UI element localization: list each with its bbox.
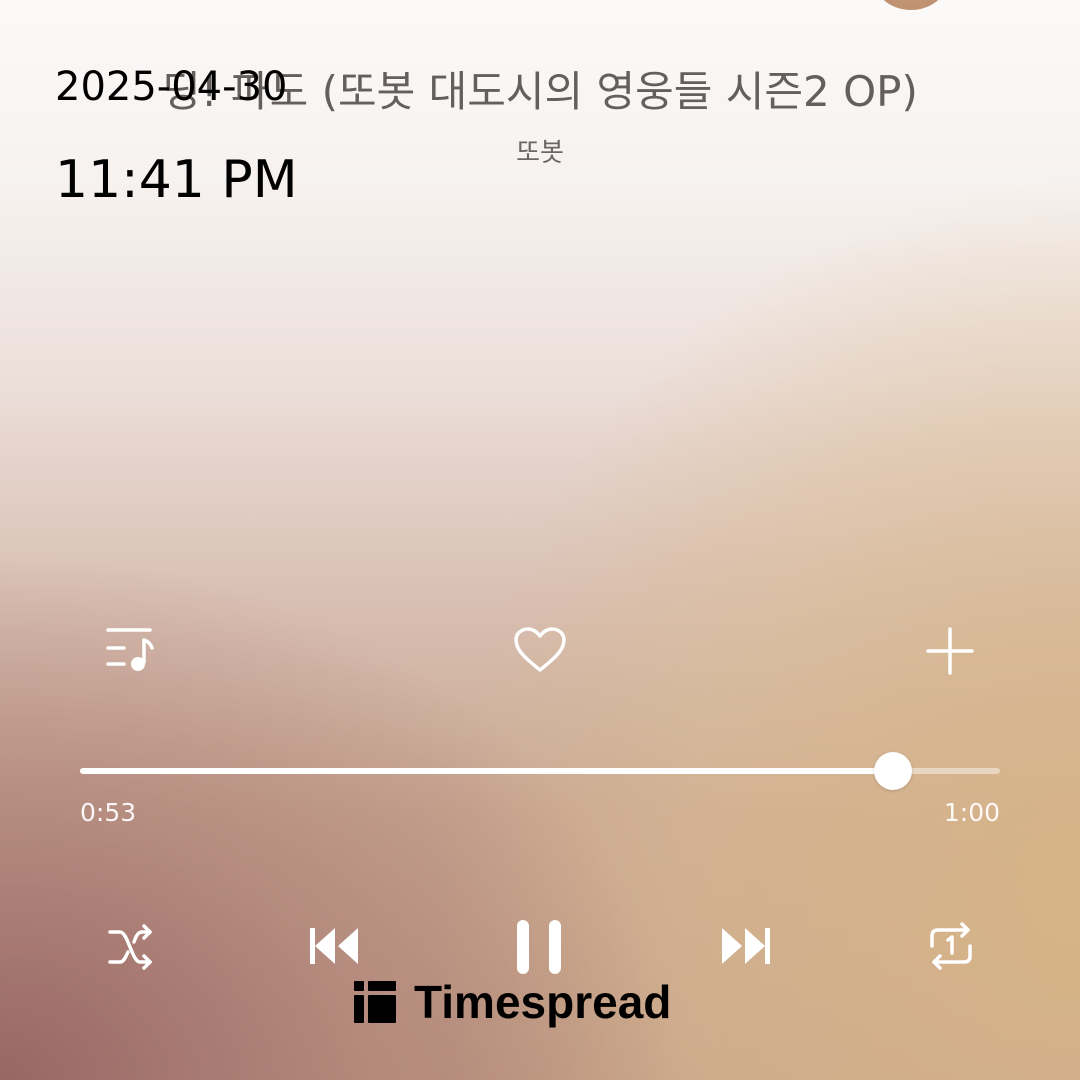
shuffle-icon[interactable] <box>106 922 156 972</box>
playlist-icon[interactable] <box>104 626 156 674</box>
repeat-one-icon[interactable] <box>926 920 976 972</box>
timestamp-date: 2025-04-30 <box>55 64 288 110</box>
skip-previous-icon[interactable] <box>308 926 360 966</box>
skip-next-icon[interactable] <box>720 926 772 966</box>
watermark-text: Timespread <box>414 976 672 1028</box>
progress-bar[interactable] <box>80 752 1000 790</box>
plus-icon[interactable] <box>925 626 975 676</box>
total-time: 1:00 <box>943 798 1000 827</box>
heart-icon[interactable] <box>513 626 567 674</box>
pause-icon[interactable] <box>515 918 565 976</box>
timestamp-time: 11:41 PM <box>55 150 298 210</box>
current-time: 0:53 <box>80 798 137 827</box>
progress-thumb[interactable] <box>873 752 912 790</box>
progress-fill <box>80 768 893 774</box>
watermark: Timespread <box>354 976 671 1028</box>
watermark-logo-icon <box>354 981 396 1023</box>
